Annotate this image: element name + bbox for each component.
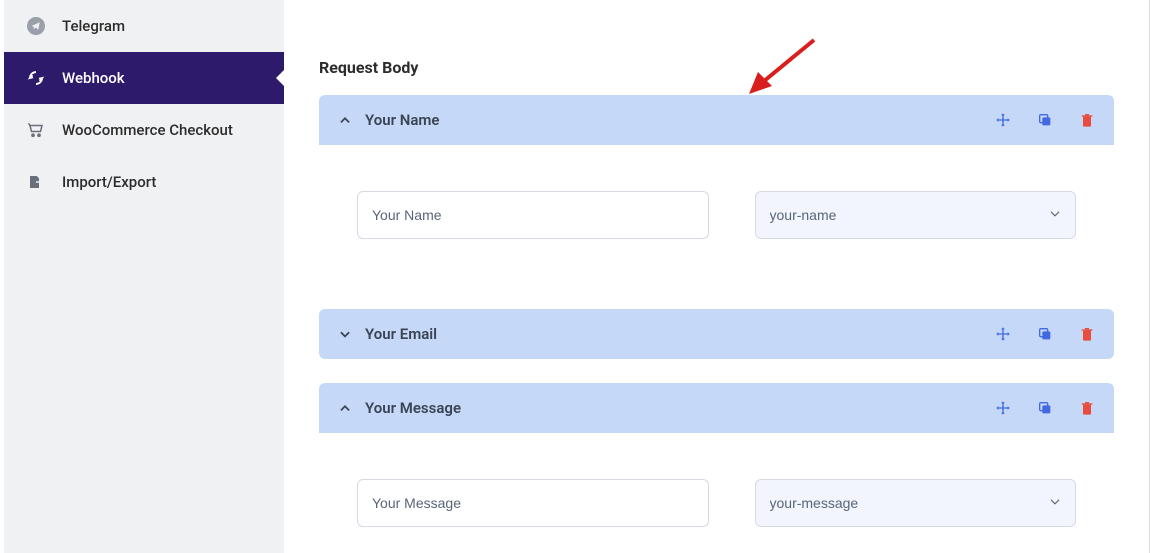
field-select-wrap <box>755 191 1077 239</box>
webhook-icon <box>26 68 46 88</box>
cart-icon <box>26 120 46 140</box>
field-actions <box>994 111 1096 129</box>
field-title: Your Name <box>365 111 982 129</box>
copy-icon[interactable] <box>1036 325 1054 343</box>
move-icon[interactable] <box>994 325 1012 343</box>
field-header[interactable]: Your Message <box>319 383 1114 433</box>
field-card: Your Name <box>319 95 1114 285</box>
sidebar-item-label: Import/Export <box>62 173 156 191</box>
import-export-icon <box>26 172 46 192</box>
chevron-down-icon <box>337 326 353 342</box>
field-label-input[interactable] <box>357 479 709 527</box>
move-icon[interactable] <box>994 111 1012 129</box>
sidebar-item-webhook[interactable]: Webhook <box>4 52 284 104</box>
delete-icon[interactable] <box>1078 111 1096 129</box>
sidebar-item-label: Telegram <box>62 17 125 35</box>
sidebar-item-label: WooCommerce Checkout <box>62 121 233 139</box>
copy-icon[interactable] <box>1036 111 1054 129</box>
field-select[interactable] <box>755 479 1077 527</box>
field-select-wrap <box>755 479 1077 527</box>
field-select[interactable] <box>755 191 1077 239</box>
sidebar-item-woocommerce[interactable]: WooCommerce Checkout <box>4 104 284 156</box>
chevron-up-icon <box>337 112 353 128</box>
field-body <box>319 145 1114 285</box>
field-actions <box>994 399 1096 417</box>
section-title: Request Body <box>319 58 1114 77</box>
field-header[interactable]: Your Email <box>319 309 1114 359</box>
copy-icon[interactable] <box>1036 399 1054 417</box>
delete-icon[interactable] <box>1078 399 1096 417</box>
move-icon[interactable] <box>994 399 1012 417</box>
field-title: Your Email <box>365 325 982 343</box>
main-content: Request Body Your Name <box>284 0 1150 553</box>
field-title: Your Message <box>365 399 982 417</box>
sidebar-item-telegram[interactable]: Telegram <box>4 0 284 52</box>
field-card: Your Email <box>319 309 1114 359</box>
sidebar-item-label: Webhook <box>62 69 125 87</box>
field-actions <box>994 325 1096 343</box>
telegram-icon <box>26 16 46 36</box>
field-body <box>319 433 1114 553</box>
field-header[interactable]: Your Name <box>319 95 1114 145</box>
delete-icon[interactable] <box>1078 325 1096 343</box>
field-card: Your Message <box>319 383 1114 553</box>
sidebar-item-import-export[interactable]: Import/Export <box>4 156 284 208</box>
sidebar: Telegram Webhook WooCommerce Checkout Im… <box>0 0 284 553</box>
field-label-input[interactable] <box>357 191 709 239</box>
chevron-up-icon <box>337 400 353 416</box>
